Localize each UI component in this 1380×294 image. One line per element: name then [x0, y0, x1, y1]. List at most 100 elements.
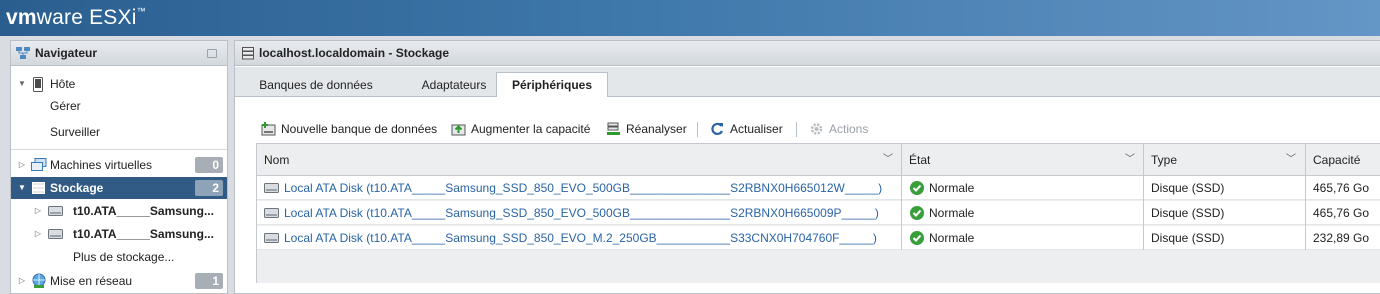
status-text: Normale [929, 181, 975, 195]
sidebar-item-label: t10.ATA_____Samsung... [73, 227, 214, 241]
chevron-down-icon[interactable]: ﹀ [1125, 144, 1135, 176]
disk-icon [48, 206, 63, 216]
chevron-right-icon[interactable]: ▷ [17, 270, 27, 292]
divider [11, 149, 227, 150]
capacity-text: 232,89 Go [1313, 231, 1370, 245]
device-name-link[interactable]: Local ATA Disk (t10.ATA_____Samsung_SSD_… [284, 226, 877, 250]
refresh-label: Actualiser [730, 122, 783, 136]
column-divider[interactable] [901, 144, 902, 250]
count-badge: 1 [195, 273, 223, 289]
storage-icon [242, 47, 254, 60]
disk-icon [48, 229, 63, 239]
column-header-name[interactable]: Nom ﹀ [257, 144, 901, 176]
type-text: Disque (SSD) [1151, 206, 1225, 220]
capacity-text: 465,76 Go [1313, 181, 1370, 195]
brand-vm: vm [6, 6, 37, 29]
status-text: Normale [929, 206, 975, 220]
capacity-text: 465,76 Go [1313, 206, 1370, 220]
main-header: localhost.localdomain - Stockage [235, 41, 1380, 66]
network-globe-icon [32, 273, 46, 288]
tab-devices[interactable]: Périphériques [496, 72, 608, 97]
sidebar-item-label: Hôte [50, 77, 76, 91]
chevron-down-icon[interactable]: ﹀ [1286, 144, 1296, 176]
top-header: vmware ESXi™ [0, 0, 1380, 36]
check-circle-icon [910, 231, 924, 245]
toolbar: Nouvelle banque de données Augmenter la … [235, 117, 1380, 139]
count-badge: 0 [195, 157, 223, 173]
column-divider[interactable] [1305, 144, 1306, 250]
tab-datastores[interactable]: Banques de données [247, 73, 385, 97]
new-datastore-label: Nouvelle banque de données [281, 122, 438, 136]
sidebar-item-virtual-machines[interactable]: ▷ Machines virtuelles 0 [11, 154, 227, 176]
table-row[interactable]: Local ATA Disk (t10.ATA_____Samsung_SSD_… [257, 226, 1380, 250]
sidebar-item-storage-device-2[interactable]: ▷ t10.ATA_____Samsung... [11, 223, 227, 245]
table-row[interactable]: Local ATA Disk (t10.ATA_____Samsung_SSD_… [257, 176, 1380, 200]
device-name-link[interactable]: Local ATA Disk (t10.ATA_____Samsung_SSD_… [284, 201, 879, 225]
toolbar-divider [697, 122, 698, 137]
actions-label: Actions [829, 122, 869, 136]
sidebar-item-storage[interactable]: ▼ Stockage 2 [11, 177, 227, 199]
sidebar-item-label: Stockage [50, 181, 104, 195]
virtual-machines-icon [31, 158, 47, 171]
column-header-capacity[interactable]: Capacité [1306, 144, 1380, 176]
collapse-icon[interactable] [207, 49, 217, 58]
chevron-right-icon[interactable]: ▷ [33, 223, 43, 245]
devices-table: Nom ﹀ État ﹀ Type ﹀ Capacité Local ATA D… [256, 143, 1380, 283]
rescan-label: Réanalyser [626, 122, 687, 136]
check-circle-icon [910, 181, 924, 195]
sidebar-item-storage-device-1[interactable]: ▷ t10.ATA_____Samsung... [11, 200, 227, 222]
sidebar-item-label: Gérer [50, 99, 81, 113]
device-name-link[interactable]: Local ATA Disk (t10.ATA_____Samsung_SSD_… [284, 176, 882, 200]
column-label: Capacité [1313, 153, 1361, 167]
navigator-title: Navigateur [35, 46, 98, 60]
type-text: Disque (SSD) [1151, 231, 1225, 245]
sidebar-item-monitor[interactable]: Surveiller [11, 121, 227, 143]
count-badge: 2 [195, 180, 223, 196]
page-title: localhost.localdomain - Stockage [259, 46, 450, 60]
sidebar-item-label: Surveiller [50, 125, 101, 139]
column-label: Type [1151, 153, 1178, 167]
status-text: Normale [929, 231, 975, 245]
column-label: Nom [264, 153, 290, 167]
disk-icon [264, 233, 279, 243]
chevron-right-icon[interactable]: ▷ [17, 154, 27, 176]
chevron-right-icon[interactable]: ▷ [33, 200, 43, 222]
chevron-down-icon[interactable]: ▼ [17, 177, 27, 199]
sidebar-item-more-storage[interactable]: Plus de stockage... [11, 246, 227, 268]
navigator-icon [16, 47, 30, 59]
column-divider[interactable] [1143, 144, 1144, 250]
type-text: Disque (SSD) [1151, 181, 1225, 195]
check-circle-icon [910, 206, 924, 220]
table-row[interactable]: Local ATA Disk (t10.ATA_____Samsung_SSD_… [257, 201, 1380, 225]
increase-capacity-label: Augmenter la capacité [471, 122, 591, 136]
column-header-type[interactable]: Type ﹀ [1144, 144, 1304, 176]
column-header-state[interactable]: État ﹀ [902, 144, 1143, 176]
rescan-icon [607, 122, 620, 135]
sidebar-item-label: t10.ATA_____Samsung... [73, 204, 214, 218]
sidebar-item-networking[interactable]: ▷ Mise en réseau 1 [11, 270, 227, 292]
sidebar-item-label: Mise en réseau [50, 274, 133, 288]
sidebar-item-manage[interactable]: Gérer [11, 95, 227, 117]
main-panel: localhost.localdomain - Stockage Banques… [234, 40, 1380, 294]
brand-ware: ware [36, 6, 84, 29]
tab-bar: Banques de données Adaptateurs Périphéri… [235, 67, 1380, 97]
storage-icon [32, 182, 45, 194]
refresh-icon [711, 122, 724, 136]
chevron-down-icon[interactable]: ▼ [17, 73, 27, 95]
table-empty-area [257, 250, 1380, 283]
trademark: ™ [136, 6, 146, 16]
disk-icon [264, 183, 279, 193]
sidebar-item-host[interactable]: ▼ Hôte [11, 73, 227, 95]
column-label: État [909, 153, 931, 167]
disk-icon [264, 208, 279, 218]
gear-icon [810, 123, 823, 135]
table-header: Nom ﹀ État ﹀ Type ﹀ Capacité [257, 144, 1380, 176]
new-datastore-icon [261, 122, 276, 136]
sidebar-item-label: Plus de stockage... [73, 250, 175, 264]
product-name: ESXi [89, 6, 137, 29]
sidebar-item-label: Machines virtuelles [50, 158, 153, 172]
chevron-down-icon[interactable]: ﹀ [883, 144, 893, 176]
navigator-panel: Navigateur ▼ Hôte Gérer Surveiller ▷ Mac… [10, 40, 228, 294]
host-icon [33, 77, 43, 92]
increase-capacity-icon [451, 124, 466, 136]
